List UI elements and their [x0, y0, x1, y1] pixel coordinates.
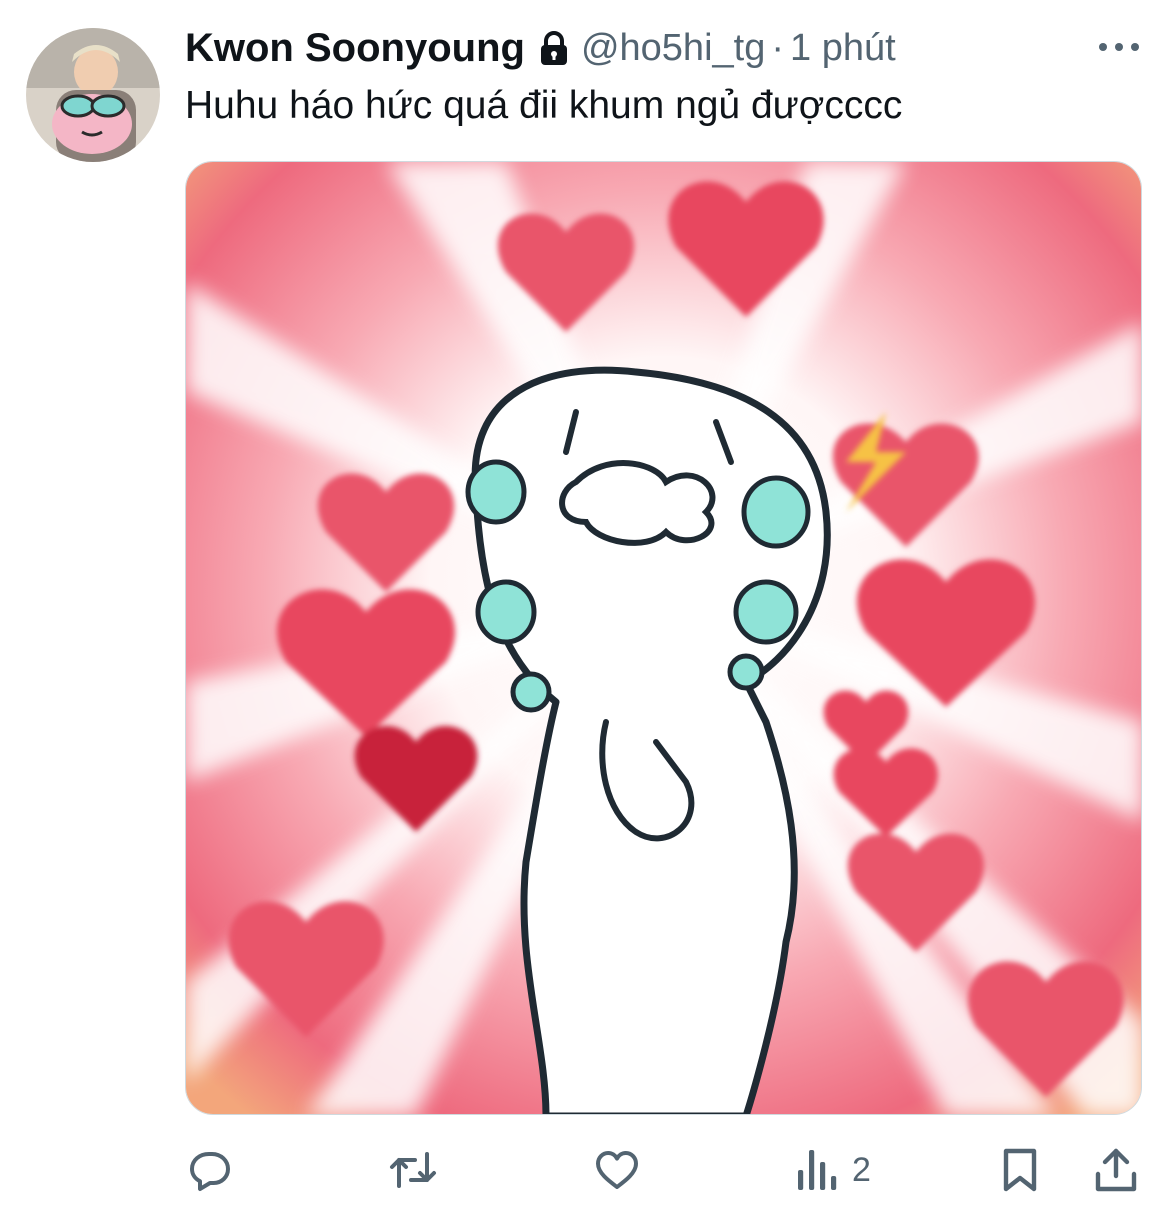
reply-icon	[186, 1146, 234, 1194]
share-icon	[1094, 1146, 1138, 1194]
retweet-button[interactable]	[387, 1144, 439, 1196]
display-name[interactable]: Kwon Soonyoung	[185, 26, 525, 71]
avatar[interactable]	[26, 28, 160, 162]
views-button[interactable]: 2	[796, 1144, 871, 1196]
user-handle[interactable]: @ho5hi_tg	[581, 27, 765, 70]
analytics-icon	[796, 1146, 838, 1194]
heart-icon	[592, 1146, 642, 1194]
like-button[interactable]	[592, 1144, 642, 1196]
reply-button[interactable]	[186, 1144, 234, 1196]
share-button[interactable]	[1094, 1144, 1138, 1196]
lock-icon	[539, 31, 569, 65]
retweet-icon	[387, 1146, 439, 1194]
timestamp[interactable]: 1 phút	[790, 27, 896, 70]
views-count: 2	[852, 1150, 871, 1189]
bookmark-button[interactable]	[1000, 1144, 1040, 1196]
tweet-header: Kwon Soonyoung @ho5hi_tg · 1 phút	[185, 22, 896, 74]
bookmark-icon	[1000, 1146, 1040, 1194]
tweet[interactable]: Kwon Soonyoung @ho5hi_tg · 1 phút Huhu h…	[0, 0, 1170, 1227]
separator-dot: ·	[771, 26, 784, 69]
tweet-actions: 2	[0, 1140, 1170, 1200]
tweet-media-image[interactable]	[185, 161, 1142, 1115]
more-dots-icon[interactable]	[1094, 30, 1144, 64]
tweet-text: Huhu háo hức quá đii khum ngủ đượcccc	[185, 84, 903, 127]
